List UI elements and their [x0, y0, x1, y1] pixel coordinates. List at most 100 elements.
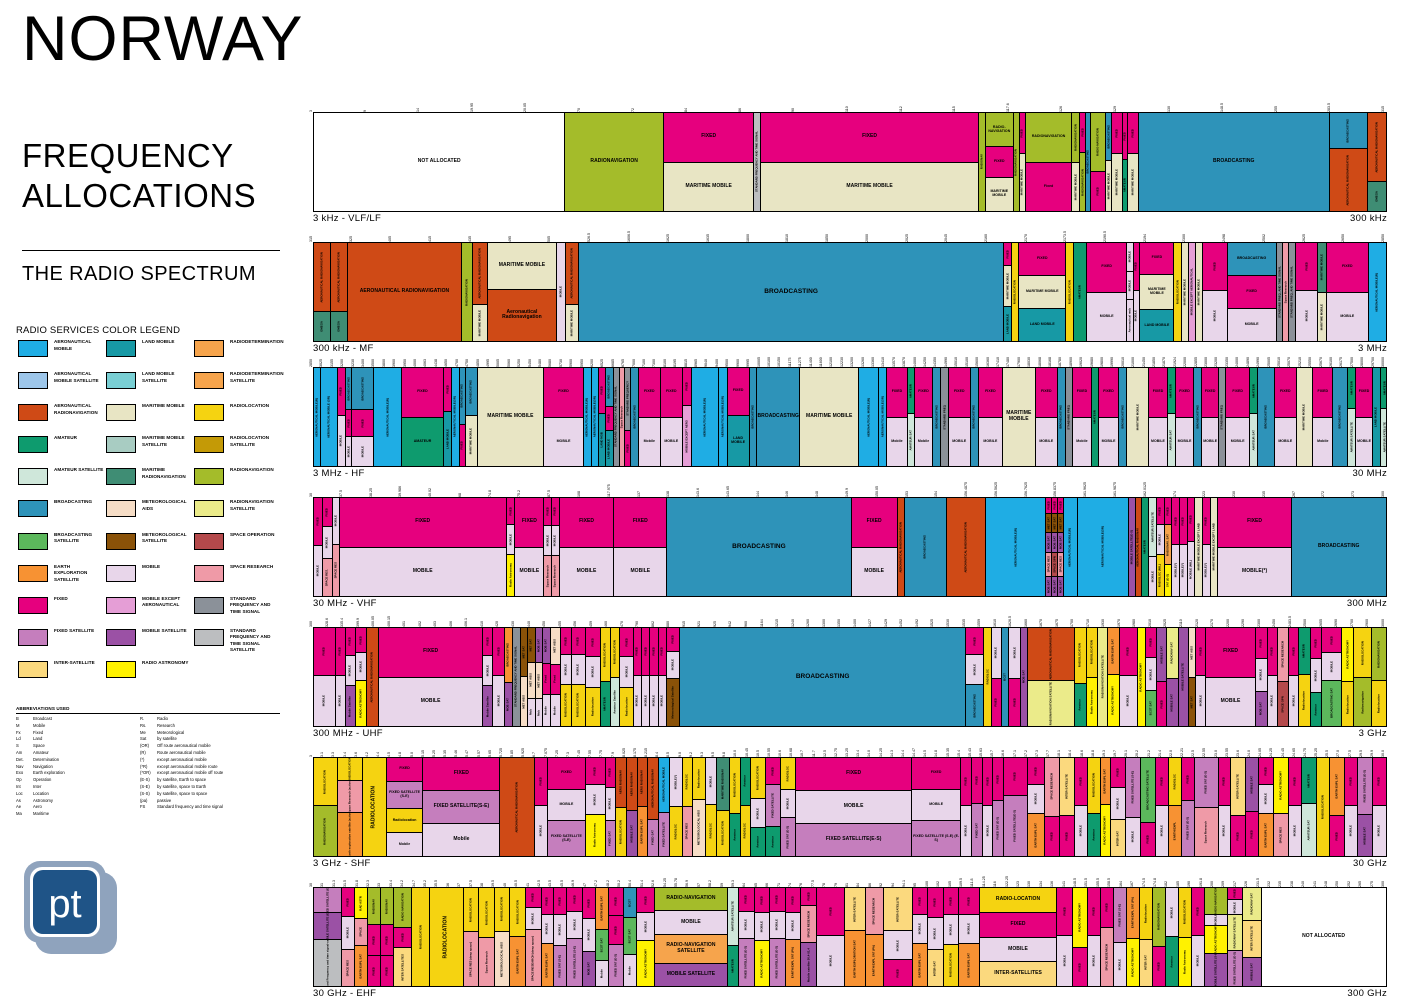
allocation-cell[interactable]: RADIOLOCATION [338, 758, 363, 781]
allocation-column[interactable]: SPACE RESEARCHSPACE OPN [1278, 628, 1290, 726]
allocation-cell[interactable]: FIXED SATELLITE (S-E) (E-S) [912, 821, 960, 856]
allocation-column[interactable]: AERO RADIONAVRADIOLOCATION [616, 758, 627, 856]
allocation-cell[interactable]: Space Research [1283, 243, 1288, 341]
allocation-cell[interactable]: FIXED [1060, 816, 1074, 856]
allocation-cell[interactable]: MARITIME MOBILE [488, 243, 555, 290]
allocation-column[interactable]: FIXEDMOBILE [1036, 368, 1058, 466]
allocation-cell[interactable]: Space Research (active) [338, 781, 363, 813]
allocation-column[interactable]: FIXEDMOBILE [314, 628, 336, 726]
allocation-column[interactable]: FIXEDLAND MOBILE [444, 368, 452, 466]
allocation-cell[interactable]: MARITIME MOBILE [1019, 276, 1065, 309]
allocation-column[interactable]: FIXEDMOBILE [1289, 628, 1299, 726]
allocation-cell[interactable]: BCST SAT [624, 918, 636, 955]
allocation-column[interactable]: FIXEDMOBILEBCST SAT [1146, 628, 1158, 726]
allocation-cell[interactable]: FIXED [1226, 368, 1249, 418]
allocation-cell[interactable]: Mobile [596, 961, 608, 986]
allocation-cell[interactable]: AMATEUR [1381, 368, 1387, 409]
allocation-cell[interactable]: Amateur [766, 827, 780, 856]
allocation-column[interactable]: LAND MOBILE [1373, 368, 1381, 466]
allocation-cell[interactable]: MOBILE [1356, 418, 1371, 467]
allocation-cell[interactable]: FIXED [586, 758, 604, 785]
allocation-column[interactable]: RADIOLOC [984, 628, 991, 726]
allocation-cell[interactable]: AERO RADIONAV [627, 758, 637, 811]
allocation-cell[interactable]: RADIONAV [368, 888, 380, 925]
allocation-cell[interactable]: RADIOLOC [683, 758, 693, 807]
allocation-cell[interactable]: AERONAUTICAL MOBILE(R) [692, 368, 718, 466]
allocation-cell[interactable]: MOBILE [959, 915, 979, 944]
allocation-cell[interactable]: SPACE RES [1046, 553, 1051, 577]
allocation-cell[interactable]: RADIONAV [979, 113, 985, 211]
allocation-cell[interactable]: EARTH EXPL SAT (PA) [1127, 888, 1139, 939]
allocation-cell[interactable]: MOBILE (MIL) [1188, 542, 1195, 596]
allocation-cell[interactable]: FIXED [387, 758, 422, 782]
allocation-cell[interactable]: RADIO-NAVIGATION [1205, 888, 1227, 915]
allocation-cell[interactable]: FIXED [1268, 628, 1277, 676]
allocation-cell[interactable]: STANDARD FREQUENCY [625, 368, 630, 431]
allocation-cell[interactable]: FIXED [346, 410, 351, 437]
allocation-column[interactable]: FIXEDMOBILE(*) [1218, 498, 1291, 596]
allocation-column[interactable]: INTER-SATELLITEEARTH EXPLORATION SAT [845, 888, 866, 986]
allocation-cell[interactable]: FIXED [1218, 498, 1290, 548]
allocation-column[interactable]: FIXEDMOBILEMOB SAT [583, 888, 596, 986]
allocation-column[interactable]: FIXEDMARITIME MOBILELAND MOBILE [1019, 243, 1066, 341]
allocation-cell[interactable]: Mob [536, 699, 542, 726]
allocation-column[interactable]: MARITIME MOBILE EXCEPT LAND [1211, 498, 1219, 596]
allocation-cell[interactable]: BROADCASTING [1228, 243, 1276, 276]
allocation-column[interactable]: FIXEDMOBILEFIXED SATELLITE (E-S) [770, 888, 786, 986]
allocation-cell[interactable]: MET AIDS [528, 663, 534, 699]
allocation-column[interactable]: RadiolocationMETEOROLOGICAL AIDS [693, 758, 706, 856]
allocation-cell[interactable]: MOBILE [1259, 785, 1273, 814]
allocation-cell[interactable]: RADIOLOCATION [1012, 243, 1018, 341]
allocation-cell[interactable]: INTER-SAT [928, 950, 943, 986]
allocation-column[interactable]: FIXED SAT (E-S)Space Research [1195, 758, 1219, 856]
allocation-cell[interactable]: FIXED SATELLITE (S-E) [567, 939, 582, 986]
allocation-column[interactable]: STANDARD FREQUENCY AND TIME SIGNAL [513, 628, 521, 726]
allocation-cell[interactable]: FIXED [949, 368, 970, 418]
allocation-cell[interactable]: OMEGA [1368, 182, 1386, 211]
allocation-cell[interactable]: RADIOLOC [741, 806, 751, 856]
allocation-cell[interactable]: BROADCASTING [466, 368, 477, 416]
allocation-cell[interactable]: INTER-SATELLITE [845, 888, 865, 931]
allocation-column[interactable]: FIXEDFIXED SAT [972, 758, 983, 856]
allocation-cell[interactable]: MARITIME MOBILE [1128, 154, 1138, 211]
allocation-cell[interactable]: LAND MOBILE [1004, 307, 1012, 341]
allocation-column[interactable]: AERONAUTICAL MOBILE (OR) [321, 368, 337, 466]
allocation-cell[interactable]: FIXED [567, 888, 582, 912]
allocation-cell[interactable]: EARTH EXPL SAT [510, 937, 525, 986]
allocation-cell[interactable]: SPACE RESEARCH [1101, 928, 1113, 986]
allocation-column[interactable]: RADIOLOCMOBILEFIXED SAT (E-S) [781, 758, 796, 856]
allocation-cell[interactable]: MET AIDS [521, 677, 527, 726]
allocation-cell[interactable]: FIXED [1091, 172, 1105, 211]
allocation-cell[interactable]: FIXED [1019, 243, 1065, 276]
allocation-cell[interactable]: FIXED [1206, 628, 1255, 678]
allocation-cell[interactable]: FIXED [1203, 498, 1210, 545]
allocation-column[interactable]: MARITIME MOBILEMARITIME MOBILE [1318, 243, 1327, 341]
allocation-cell[interactable]: FIXED [912, 758, 960, 790]
allocation-column[interactable]: BROADCASTING [1119, 368, 1127, 466]
allocation-cell[interactable]: INTER-SATELLITE [1231, 758, 1245, 816]
allocation-cell[interactable]: SPACE RES [1058, 553, 1063, 577]
allocation-cell[interactable]: FIXED [526, 888, 541, 908]
allocation-column[interactable]: FIXEDMOBILE [1219, 758, 1232, 856]
allocation-cell[interactable]: MOBILE [1099, 418, 1118, 467]
allocation-cell[interactable]: MOBILE [1289, 676, 1298, 726]
allocation-column[interactable]: FIXEDMOBILE(*) [1180, 498, 1188, 596]
allocation-cell[interactable]: Radio Astronomy [507, 555, 515, 596]
allocation-cell[interactable]: FIXED [639, 368, 660, 418]
allocation-column[interactable]: FIXEDMOBILEBROADCASTING [966, 628, 984, 726]
allocation-cell[interactable]: STANDARD FREQUENCY AND TIME SIGNAL [513, 628, 520, 726]
allocation-cell[interactable]: MOBILE SAT [1358, 815, 1372, 856]
allocation-cell[interactable]: SPACE RES. [323, 559, 332, 596]
allocation-column[interactable]: FIXEDMOBILEFIXED SATELLITE (E-S) [739, 888, 755, 986]
allocation-column[interactable]: FIXEDMARITIME MOBILE [761, 113, 978, 211]
allocation-cell[interactable]: RADIONAVIGATION [1372, 628, 1385, 681]
allocation-cell[interactable]: RADIO ASTRONOMY [1108, 675, 1119, 726]
allocation-cell[interactable]: AERONAUTICAL MOBILE(OR) [879, 368, 886, 466]
allocation-cell[interactable]: MET AIDS [551, 628, 560, 665]
allocation-cell[interactable]: RADIOLOCATION [717, 811, 729, 856]
allocation-cell[interactable]: FIXED [1311, 628, 1322, 659]
allocation-column[interactable]: AERONAUTICAL MOBILE(R) [859, 368, 879, 466]
allocation-cell[interactable]: FIXED [884, 960, 911, 986]
allocation-cell[interactable]: FIXED SATELLITE(E-S) [1004, 796, 1027, 856]
allocation-column[interactable]: MARITIME MOBILE [478, 368, 544, 466]
